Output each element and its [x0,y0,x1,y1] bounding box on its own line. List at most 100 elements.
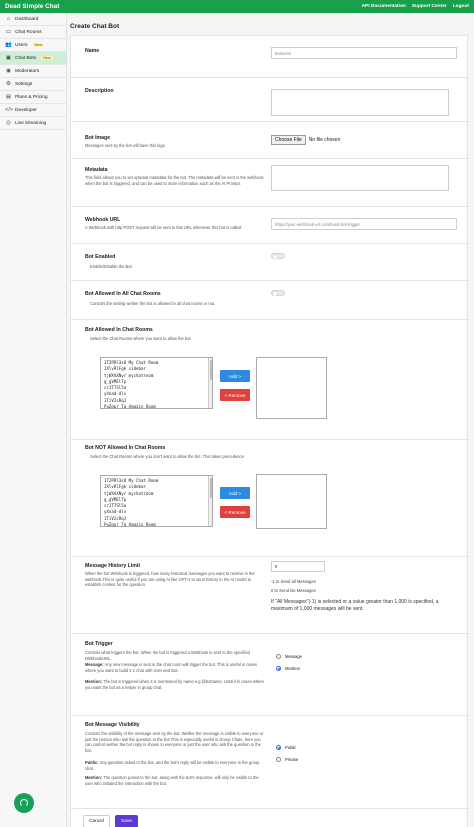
sidebar-item-chat-bots[interactable]: ▣ Chat Bots New [0,52,66,65]
sidebar-item-label: Plans & Pricing [15,94,48,100]
history-note: If "All Messages"(-1) is selected or a v… [271,599,439,612]
name-row: Name botname [71,36,467,78]
all-rooms-desc: Controls the setting wether the bot is a… [90,301,216,306]
sidebar-item-settings[interactable]: ⚙ Settings [0,78,66,91]
metadata-row: Metadata This field allows you to set op… [71,159,467,207]
description-label: Description [85,88,114,94]
sidebar-item-users[interactable]: 👥 Users New [0,39,66,52]
home-icon: ⌂ [6,16,11,22]
description-textarea[interactable] [271,89,449,116]
new-badge: New [32,43,45,47]
logout-link[interactable]: Logout [453,4,469,9]
sidebar-item-chat-rooms[interactable]: ▭ Chat Rooms [0,26,66,39]
allowed-add-button[interactable]: Add > [220,370,250,382]
settings-icon: ⚙ [6,81,11,87]
history-row: Message History Limit When the bot Webho… [71,557,467,634]
main-content: Create Chat Bot Name botname Description… [70,23,468,827]
trigger-label: Bot Trigger [85,641,113,647]
radio-dot-selected [276,745,281,750]
chat-rooms-icon: ▭ [5,29,12,35]
top-bar: Dead Simple Chat API Documentation Suppo… [0,0,474,13]
visibility-desc: Controls the visibility of the message s… [85,731,264,753]
room-option[interactable]: PuZgpr_Tq Amazin Room [104,404,209,408]
visibility-public-desc: Public: Any question asked to the bot, a… [85,760,260,771]
trigger-mention-radio[interactable]: Mention [276,666,300,671]
webhook-desc: A Webhook with http POST request will be… [85,225,243,230]
metadata-textarea[interactable] [271,165,449,191]
not-allowed-rooms-row: Bot NOT Allowed In Chat Rooms Select the… [71,440,467,557]
sidebar-item-label: Live streaming [15,120,47,126]
description-row: Description [71,78,467,122]
sidebar-item-label: Users [15,42,28,48]
not-allowed-rooms-select[interactable]: 1T2PRl3sO My Chat Room JXlvRlFgk sidebar t… [100,475,213,527]
live-streaming-icon: ◎ [6,120,11,126]
visibility-private-radio[interactable]: Private [276,757,298,762]
history-label: Message History Limit [85,563,141,569]
trigger-desc: Controls what triggers the bot. When the… [85,650,250,661]
support-chat-button[interactable] [14,793,34,813]
all-rooms-toggle[interactable] [271,290,285,296]
sidebar-item-label: Chat Rooms [15,29,42,35]
not-allowed-rooms-selected[interactable] [256,474,327,529]
choose-file-button[interactable]: Choose File [271,135,306,145]
sidebar-item-label: Developer [15,107,37,113]
radio-dot [276,654,281,659]
history-hint-none: 0 to Send No Messages [271,588,316,593]
plans-icon: ▤ [5,94,12,100]
developer-icon: </> [5,107,13,113]
bot-enabled-desc: Enable/Disable the Bot. [90,264,133,269]
trigger-message-radio[interactable]: Message [276,654,302,659]
sidebar-item-label: Dashboard [15,16,39,22]
allowed-rooms-selected[interactable] [256,357,327,419]
visibility-public-radio[interactable]: Public [276,745,296,750]
not-allowed-rooms-scrollbar[interactable] [208,476,212,526]
file-picker: Choose File No file chosen [271,135,340,145]
trigger-row: Bot Trigger Controls what triggers the b… [71,634,467,716]
sidebar: ⌂ Dashboard ▭ Chat Rooms 👥 Users New ▣ Chat Bots… [0,13,67,827]
webhook-row: Webhook URL A Webhook with http POST req… [71,207,467,244]
file-status: No file chosen [308,137,341,143]
sidebar-item-live-streaming[interactable]: ◎ Live streaming [0,117,66,130]
cancel-button[interactable]: Cancel [83,815,110,827]
bot-enabled-toggle[interactable] [271,253,285,259]
allowed-rooms-scrollbar[interactable] [208,358,212,408]
radio-dot [276,757,281,762]
chat-bubble-icon [20,799,28,807]
brand-logo[interactable]: Dead Simple Chat [5,3,59,10]
sidebar-item-label: Moderators [15,68,40,74]
name-label: Name [85,48,100,54]
image-desc: Messages sent by the bot will have this … [85,143,165,148]
visibility-mention-desc: Mention: The question posed to the bot, … [85,775,259,786]
not-allowed-rooms-label: Bot NOT Allowed In Chat Rooms [85,445,166,451]
visibility-label: Bot Message Visibility [85,722,140,728]
sidebar-item-label: Chat Bots [15,55,37,61]
allowed-rooms-select[interactable]: 1T2PRl3sO My Chat Room JXlvRlFgk sidebar t… [100,357,213,409]
sidebar-item-developer[interactable]: </> Developer [0,104,66,117]
image-label: Bot Image [85,135,111,141]
form-footer: Cancel Save [71,809,467,827]
room-option[interactable]: PuZgpr_Tq Amazin Room [104,522,209,526]
save-button[interactable]: Save [115,815,138,827]
not-allowed-add-button[interactable]: Add > [220,487,250,499]
allowed-rooms-label: Bot Allowed In Chat Rooms [85,327,153,333]
sidebar-item-label: Settings [15,81,33,87]
not-allowed-remove-button[interactable]: < Remove [220,506,250,518]
history-input[interactable]: 0 [271,561,325,572]
bot-enabled-label: Bot Enabled [85,254,116,260]
radio-dot-selected [276,666,281,671]
bot-icon: ▣ [5,55,12,61]
top-nav: API Documentation Support Center Logout [362,4,469,9]
name-input[interactable]: botname [271,47,457,59]
api-docs-link[interactable]: API Documentation [362,4,406,9]
webhook-input[interactable]: https://your-webhook-url.com/hand-bot-tr… [271,218,457,230]
metadata-label: Metadata [85,167,108,173]
sidebar-item-dashboard[interactable]: ⌂ Dashboard [0,13,66,26]
image-row: Bot Image Messages sent by the bot will … [71,122,467,159]
webhook-label: Webhook URL [85,217,121,223]
sidebar-item-plans-pricing[interactable]: ▤ Plans & Pricing [0,91,66,104]
support-center-link[interactable]: Support Center [412,4,447,9]
sidebar-item-moderators[interactable]: ◉ Moderators [0,65,66,78]
history-desc: When the bot Webhook is triggered, how m… [85,571,255,588]
allowed-remove-button[interactable]: < Remove [220,389,250,401]
users-icon: 👥 [5,42,12,48]
